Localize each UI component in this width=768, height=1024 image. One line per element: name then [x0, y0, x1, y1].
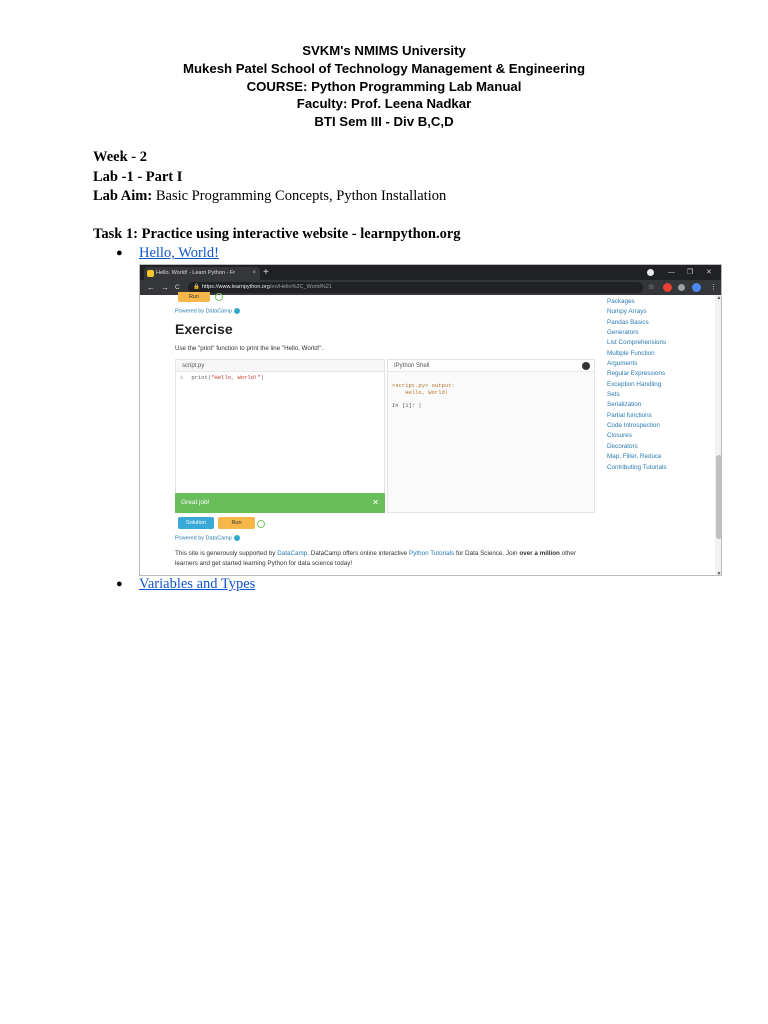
bullet-icon: ●: [116, 247, 123, 259]
url-domain: https://www.learnpython.org: [202, 284, 270, 290]
datacamp-icon: [233, 308, 240, 314]
school-name: Mukesh Patel School of Technology Manage…: [182, 60, 586, 76]
avatar[interactable]: [692, 283, 701, 292]
datacamp-link[interactable]: DataCamp: [277, 550, 307, 557]
url-field[interactable]: 🔒 https://www.learnpython.org/en/Hello%2C…: [188, 282, 643, 293]
shell-output: <script.py> output: Hello, World!: [392, 382, 455, 396]
extensions-puzzle-icon[interactable]: [678, 284, 685, 291]
new-tab-button[interactable]: +: [263, 266, 269, 279]
sidebar-item[interactable]: Closures: [607, 431, 667, 441]
bullet-icon: ●: [116, 578, 123, 590]
browser-tab-bar: Hello, World! - Learn Python - Fr × + — …: [140, 265, 721, 280]
menu-icon[interactable]: ⋮: [710, 280, 717, 295]
scroll-down-icon[interactable]: ▼: [715, 571, 721, 575]
shell-prompt: In [1]: |: [392, 402, 422, 409]
minimize-icon[interactable]: —: [668, 265, 675, 280]
url-path: /en/Hello%2C_World%21: [269, 284, 332, 290]
success-message: Great job! ✕: [175, 493, 385, 513]
sidebar-item[interactable]: Code Introspection: [607, 421, 667, 431]
sidebar-item[interactable]: Arguments: [607, 359, 667, 369]
status-circle-icon: [215, 293, 223, 301]
python-shell[interactable]: IPython Shell <script.py> output: Hello,…: [387, 359, 595, 513]
code-line: 1 print("Hello, World!"): [180, 374, 264, 381]
close-icon[interactable]: ✕: [372, 493, 379, 513]
sidebar-item[interactable]: Exception Handling: [607, 380, 667, 390]
course-title: COURSE: Python Programming Lab Manual: [246, 78, 522, 94]
week-label: Week - 2: [93, 149, 147, 165]
sidebar-item[interactable]: Packages: [607, 297, 667, 307]
close-window-icon[interactable]: ✕: [706, 265, 712, 280]
run-button[interactable]: Run: [218, 517, 255, 529]
exercise-instructions: Use the "print" function to print the li…: [175, 345, 324, 352]
datacamp-icon: [233, 535, 240, 541]
sidebar-item[interactable]: Numpy Arrays: [607, 307, 667, 317]
browser-screenshot: Hello, World! - Learn Python - Fr × + — …: [139, 264, 722, 576]
scrollbar[interactable]: ▲ ▼: [715, 295, 721, 575]
sidebar-item[interactable]: Regular Expressions: [607, 369, 667, 379]
bookmark-star-icon[interactable]: ☆: [648, 280, 654, 295]
profile-icon[interactable]: [647, 269, 654, 276]
faculty-name: Faculty: Prof. Leena Nadkar: [296, 96, 472, 112]
line-number: 1: [180, 374, 184, 381]
forward-icon[interactable]: →: [161, 280, 169, 295]
hello-world-link[interactable]: Hello, World!: [139, 245, 219, 262]
exercise-title: Exercise: [175, 321, 233, 337]
lab-meta: Week - 2 Lab -1 - Part I Lab Aim: Basic …: [93, 148, 446, 207]
github-icon[interactable]: [582, 362, 590, 370]
sidebar-item[interactable]: Contributing Tutorials: [607, 463, 667, 473]
variables-and-types-link[interactable]: Variables and Types: [139, 576, 255, 593]
sidebar-item[interactable]: Partial functions: [607, 411, 667, 421]
browser-tab[interactable]: Hello, World! - Learn Python - Fr ×: [144, 267, 260, 280]
sidebar-item[interactable]: Generators: [607, 328, 667, 338]
tab-close-icon[interactable]: ×: [252, 267, 256, 280]
solution-button[interactable]: Solution: [178, 517, 214, 529]
support-text: This site is generously supported by Dat…: [175, 550, 577, 567]
sidebar-item[interactable]: Multiple Function: [607, 349, 667, 359]
extension-icon[interactable]: [663, 283, 672, 292]
status-circle-icon: [257, 520, 265, 528]
sidebar-item[interactable]: Decorators: [607, 442, 667, 452]
scrollbar-thumb[interactable]: [716, 455, 721, 539]
sidebar-item[interactable]: Pandas Basics: [607, 318, 667, 328]
sidebar-item[interactable]: Serialization: [607, 400, 667, 410]
university-name: SVKM's NMIMS University: [302, 43, 466, 58]
scroll-up-icon[interactable]: ▲: [715, 295, 721, 301]
learnpython-page: Run Powered by DataCamp Exercise Use the…: [140, 292, 721, 575]
tab-title: Hello, World! - Learn Python - Fr: [156, 270, 236, 276]
powered-by-datacamp[interactable]: Powered by DataCamp: [175, 308, 240, 314]
back-icon[interactable]: ←: [147, 280, 155, 295]
sidebar-item[interactable]: Map, Filter, Reduce: [607, 452, 667, 462]
lab-aim-value: Basic Programming Concepts, Python Insta…: [155, 188, 447, 204]
editor-tab[interactable]: script.py: [176, 360, 384, 372]
address-bar: ← → C 🔒 https://www.learnpython.org/en/He…: [140, 280, 721, 295]
code-editor[interactable]: script.py 1 print("Hello, World!"): [175, 359, 385, 513]
sidebar-item[interactable]: Sets: [607, 390, 667, 400]
powered-by-datacamp-bottom[interactable]: Powered by DataCamp: [175, 535, 240, 541]
batch-info: BTI Sem III - Div B,C,D: [314, 114, 454, 130]
python-tutorials-link[interactable]: Python Tutorials: [409, 550, 454, 557]
task-title: Task 1: Practice using interactive websi…: [93, 226, 461, 242]
python-favicon-icon: [147, 270, 154, 277]
run-button-top[interactable]: Run: [178, 292, 210, 302]
lab-label: Lab -1 - Part I: [93, 168, 183, 185]
tutorial-sidebar: Packages Numpy Arrays Pandas Basics Gene…: [607, 297, 667, 473]
shell-tab[interactable]: IPython Shell: [388, 360, 594, 372]
lab-aim-label: Lab Aim:: [93, 188, 153, 204]
restore-icon[interactable]: ❐: [687, 265, 693, 280]
sidebar-item[interactable]: List Comprehensions: [607, 338, 667, 348]
document-header: SVKM's NMIMS University Mukesh Patel Sch…: [0, 42, 768, 131]
